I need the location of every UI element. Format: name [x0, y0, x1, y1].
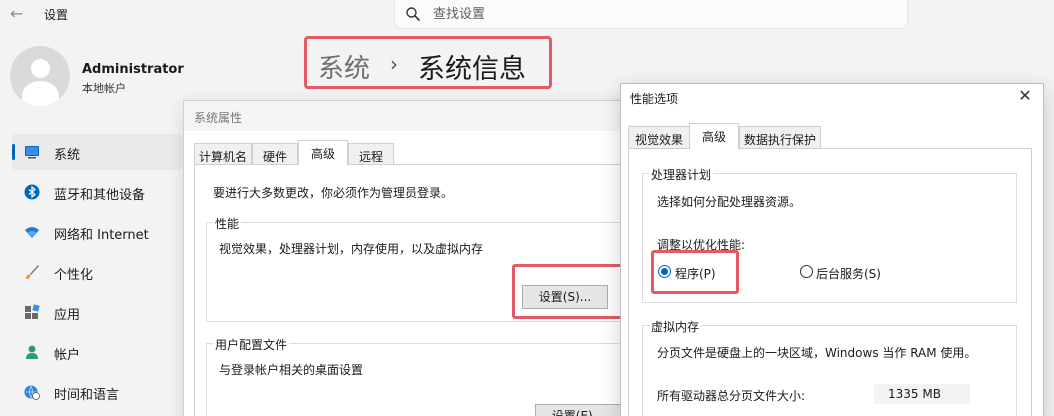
nav-label: 个性化: [54, 268, 94, 283]
tab-remote[interactable]: 远程: [348, 143, 394, 165]
breadcrumb-parent[interactable]: 系统: [318, 48, 370, 85]
nav-active-indicator: [12, 144, 15, 160]
nav-item-apps[interactable]: 应用: [12, 294, 182, 330]
programs-option-highlight: [651, 250, 739, 294]
performance-group-title: 性能: [213, 215, 242, 232]
nav-label: 网络和 Internet: [54, 228, 149, 243]
brush-icon: [26, 265, 39, 279]
page-title: 系统信息: [418, 54, 526, 85]
nav-item-accounts[interactable]: 帐户: [12, 334, 182, 370]
user-profiles-group-title: 用户配置文件: [213, 336, 290, 353]
dialog-titlebar[interactable]: 系统属性: [184, 101, 642, 131]
bluetooth-icon: [24, 184, 40, 200]
nav-item-bluetooth[interactable]: 蓝牙和其他设备: [12, 174, 182, 210]
search-icon: [406, 7, 420, 21]
virtual-memory-title: 虚拟内存: [649, 318, 702, 335]
user-profiles-settings-button[interactable]: 设置(E)...: [535, 404, 621, 416]
background-services-radio-label[interactable]: 后台服务(S): [816, 265, 881, 282]
avatar[interactable]: [10, 46, 70, 106]
user-profiles-description: 与登录帐户相关的桌面设置: [219, 363, 364, 377]
tab-hardware[interactable]: 硬件: [252, 143, 298, 165]
tab-computer-name[interactable]: 计算机名: [194, 143, 252, 165]
dialog-title: 系统属性: [194, 111, 243, 125]
dialog-title: 性能选项: [630, 92, 679, 106]
user-account-type: 本地帐户: [82, 82, 126, 95]
apps-icon: [25, 304, 40, 319]
app-title: 设置: [44, 8, 69, 22]
nav-label: 应用: [54, 308, 81, 323]
globe-clock-icon: [24, 385, 40, 400]
back-arrow-icon[interactable]: ←: [10, 4, 26, 24]
person-icon: [26, 345, 38, 359]
breadcrumb-separator: ›: [390, 52, 398, 76]
nav-item-network[interactable]: 网络和 Internet: [12, 214, 182, 250]
nav-label: 蓝牙和其他设备: [54, 188, 146, 203]
performance-description: 视觉效果，处理器计划，内存使用，以及虚拟内存: [219, 242, 484, 256]
tab-data-execution-prevention[interactable]: 数据执行保护: [739, 126, 821, 148]
total-paging-file-label: 所有驱动器总分页文件大小:: [657, 389, 806, 403]
virtual-memory-description: 分页文件是硬盘上的一块区域，Windows 当作 RAM 使用。: [657, 346, 977, 360]
nav-label: 系统: [54, 148, 81, 163]
search-input[interactable]: [433, 5, 833, 23]
total-paging-file-value: 1335 MB: [888, 387, 941, 401]
tab-advanced[interactable]: 高级: [689, 123, 739, 149]
nav-label: 帐户: [54, 348, 81, 363]
user-name: Administrator: [82, 62, 184, 77]
admin-note: 要进行大多数更改，你必须作为管理员登录。: [213, 186, 454, 200]
tab-visual-effects[interactable]: 视觉效果: [628, 126, 690, 148]
nav-item-personalization[interactable]: 个性化: [12, 254, 182, 290]
close-icon[interactable]: ✕: [1016, 87, 1034, 105]
wifi-icon: [25, 227, 39, 238]
settings-button-highlight: [512, 264, 628, 319]
nav-label: 时间和语言: [54, 388, 120, 403]
nav-item-system[interactable]: 系统: [12, 134, 182, 170]
monitor-icon: [25, 146, 39, 159]
background-services-radio[interactable]: [800, 265, 813, 278]
processor-scheduling-title: 处理器计划: [649, 166, 714, 183]
nav-item-time-language[interactable]: 时间和语言: [12, 374, 182, 410]
search-box[interactable]: [394, 0, 908, 29]
tab-advanced[interactable]: 高级: [298, 140, 348, 165]
processor-scheduling-description: 选择如何分配处理器资源。: [657, 195, 802, 209]
